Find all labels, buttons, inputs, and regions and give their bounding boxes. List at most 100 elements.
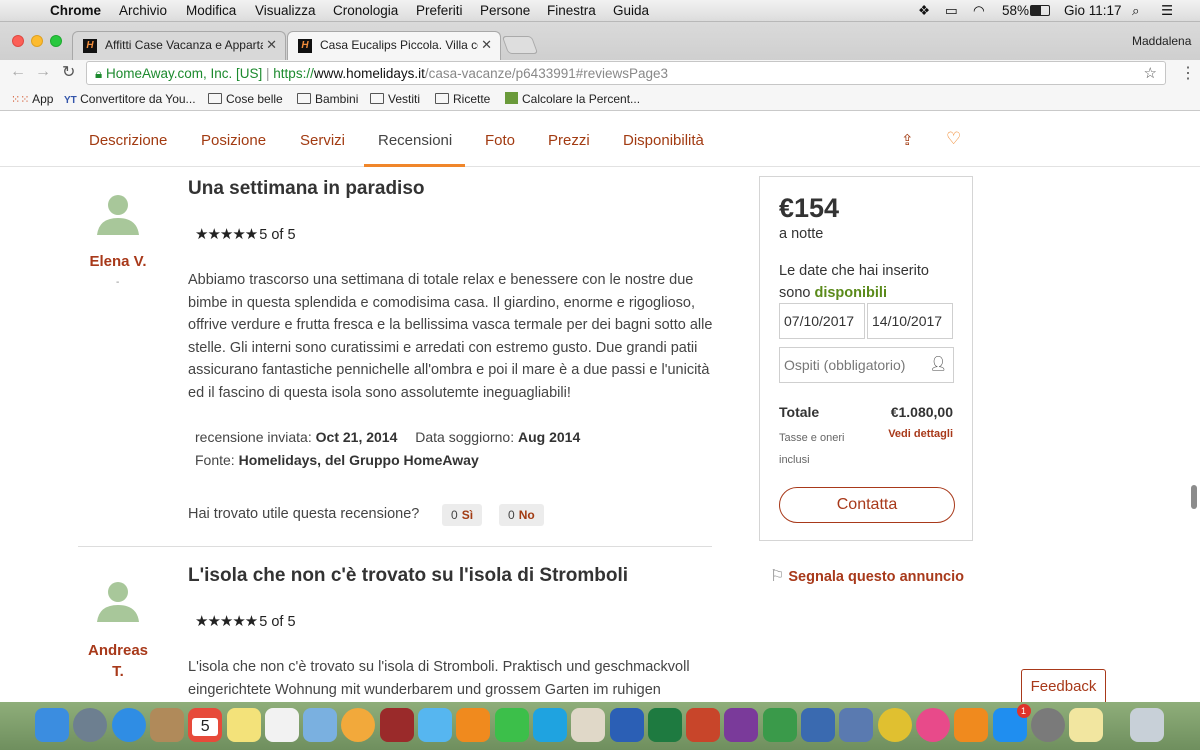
menu-modifica[interactable]: Modifica	[186, 3, 236, 18]
menu-visualizza[interactable]: Visualizza	[255, 3, 316, 18]
messages-icon[interactable]	[418, 708, 452, 742]
new-tab-button[interactable]	[501, 36, 539, 54]
powerpoint-icon[interactable]	[686, 708, 721, 742]
reviewer-name[interactable]: Elena V.	[78, 253, 158, 270]
word-icon[interactable]	[609, 708, 644, 742]
feedback-button[interactable]: Feedback	[1021, 669, 1106, 702]
menu-guida[interactable]: Guida	[613, 3, 649, 18]
folder-icon	[370, 93, 384, 104]
reviewer-name[interactable]: Andreas T.	[78, 640, 158, 682]
calendar-icon[interactable]: 5	[188, 708, 223, 742]
chrome-icon[interactable]	[877, 708, 912, 742]
nav-servizi[interactable]: Servizi	[300, 132, 345, 149]
tab-casa-eucalips[interactable]: H Casa Eucalips Piccola. Villa co ✕	[287, 31, 501, 60]
forward-icon[interactable]: →	[35, 63, 51, 81]
safari-icon[interactable]	[111, 708, 146, 742]
preview-icon[interactable]	[303, 708, 338, 742]
battery-icon[interactable]	[1030, 5, 1050, 16]
minimize-window-icon[interactable]	[31, 35, 43, 47]
nav-foto[interactable]: Foto	[485, 132, 515, 149]
vote-no-button[interactable]: 0 No	[499, 504, 544, 526]
nav-posizione[interactable]: Posizione	[201, 132, 266, 149]
textedit-icon[interactable]	[571, 708, 606, 742]
facetime-icon[interactable]	[494, 708, 529, 742]
total-label: Totale	[779, 404, 820, 420]
menu-archivio[interactable]: Archivio	[119, 3, 167, 18]
bookmark-calcolare[interactable]: Calcolare la Percent...	[505, 92, 640, 106]
scrollbar-thumb[interactable]	[1191, 485, 1197, 509]
photo-booth-icon[interactable]	[379, 708, 414, 742]
menu-cronologia[interactable]: Cronologia	[333, 3, 398, 18]
tab-affitti[interactable]: H Affitti Case Vacanza e Apparta ✕	[72, 31, 286, 60]
reload-icon[interactable]: ↻	[62, 62, 75, 82]
wifi-icon[interactable]: ◠	[973, 3, 985, 19]
contacts-icon[interactable]	[149, 708, 184, 742]
menu-finestra[interactable]: Finestra	[547, 3, 596, 18]
bookmark-ricette[interactable]: Ricette	[435, 92, 490, 106]
menu-persone[interactable]: Persone	[480, 3, 530, 18]
ibooks-icon[interactable]	[954, 708, 989, 742]
back-icon[interactable]: ←	[10, 63, 26, 81]
close-tab-icon[interactable]: ✕	[263, 37, 277, 53]
profile-name[interactable]: Maddalena	[1132, 34, 1191, 48]
vote-yes-button[interactable]: 0 Sì	[442, 504, 483, 526]
bookmark-vestiti[interactable]: Vestiti	[370, 92, 420, 106]
close-window-icon[interactable]	[12, 35, 24, 47]
notification-center-icon[interactable]: ☰	[1161, 3, 1173, 19]
system-preferences-icon[interactable]	[1030, 708, 1065, 742]
preview2-icon[interactable]	[839, 708, 874, 742]
skype-icon[interactable]	[532, 708, 567, 742]
rating-text: 5 of 5	[259, 614, 296, 630]
menu-preferiti[interactable]: Preferiti	[416, 3, 463, 18]
airplay-icon[interactable]: ▭	[945, 3, 958, 19]
nav-recensioni[interactable]: Recensioni	[378, 132, 452, 149]
clock[interactable]: Gio 11:17	[1064, 3, 1122, 18]
bookmark-apps[interactable]: ⁙⁙ App	[11, 92, 53, 106]
chrome-menu-icon[interactable]: ⋮	[1180, 63, 1196, 83]
bookmark-star-icon[interactable]: ☆	[1144, 64, 1157, 82]
nav-descrizione[interactable]: Descrizione	[89, 132, 167, 149]
review-meta: recensione inviata: Oct 21, 2014 Data so…	[195, 429, 581, 445]
dropbox-icon[interactable]: ❖	[918, 3, 930, 19]
photos-icon[interactable]	[341, 708, 376, 742]
trash-icon[interactable]	[1130, 708, 1164, 742]
checkin-date-field[interactable]: 07/10/2017	[779, 303, 865, 339]
bookmarks-bar: ⁙⁙ App YT Convertitore da You... Cose be…	[0, 87, 1200, 111]
vlc-icon[interactable]	[456, 708, 491, 742]
itunes-icon[interactable]	[915, 708, 950, 742]
dock: 51	[0, 702, 1200, 750]
address-bar[interactable]: 🔒︎ HomeAway.com, Inc. [US] | https://www…	[86, 61, 1166, 85]
checkout-date-field[interactable]: 14/10/2017	[867, 303, 953, 339]
keynote-icon[interactable]	[801, 708, 835, 742]
numbers-icon[interactable]	[762, 708, 797, 742]
reminders-icon[interactable]	[264, 708, 299, 742]
guests-field[interactable]: Ospiti (obbligatorio) 👤︎	[779, 347, 954, 383]
battery-percent: 58%	[1002, 3, 1030, 18]
app-store-icon[interactable]: 1	[992, 704, 1031, 742]
tab-title: Affitti Case Vacanza e Apparta	[105, 38, 267, 52]
menu-chrome[interactable]: Chrome	[50, 3, 101, 18]
share-icon[interactable]: ⇪	[901, 131, 914, 149]
favorite-heart-icon[interactable]: ♡	[946, 129, 961, 149]
launchpad-icon[interactable]	[73, 708, 108, 742]
close-tab-icon[interactable]: ✕	[478, 37, 492, 53]
stickies-icon[interactable]	[1069, 708, 1104, 742]
bookmark-bambini[interactable]: Bambini	[297, 92, 358, 106]
bookmark-cose-belle[interactable]: Cose belle	[208, 92, 283, 106]
apps-grid-icon: ⁙⁙	[11, 94, 30, 106]
tab-title: Casa Eucalips Piccola. Villa co	[320, 38, 484, 52]
finder-icon[interactable]	[35, 708, 69, 742]
bookmark-convertitore[interactable]: YT Convertitore da You...	[64, 92, 196, 106]
nav-prezzi[interactable]: Prezzi	[548, 132, 590, 149]
url-path: /casa-vacanze/p6433991#reviewsPage3	[424, 66, 669, 81]
nav-disponibilita[interactable]: Disponibilità	[623, 132, 704, 149]
notes-icon[interactable]	[226, 708, 261, 742]
review-body: Abbiamo trascorso una settimana di total…	[188, 272, 713, 401]
details-link[interactable]: Vedi dettagli	[888, 428, 953, 440]
spotlight-icon[interactable]: ⌕	[1132, 3, 1140, 19]
contact-button[interactable]: Contatta	[779, 487, 955, 523]
report-listing-link[interactable]: ⚐ Segnala questo annuncio	[770, 566, 964, 586]
zoom-window-icon[interactable]	[50, 35, 62, 47]
excel-icon[interactable]	[647, 708, 682, 742]
onenote-icon[interactable]	[724, 708, 759, 742]
